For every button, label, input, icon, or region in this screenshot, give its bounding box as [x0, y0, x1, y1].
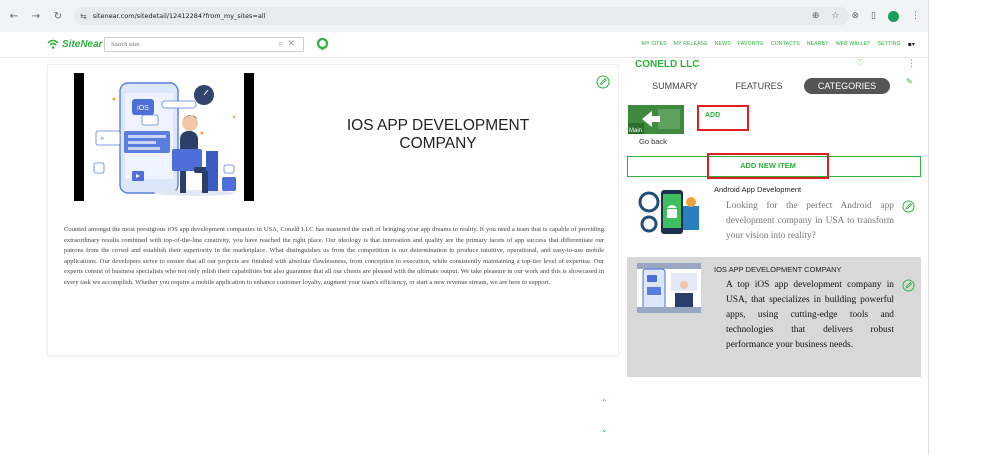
heart-icon[interactable]: ♡: [856, 59, 864, 69]
go-back-label[interactable]: Go back: [639, 137, 667, 146]
item-title[interactable]: IOS APP DEVELOPMENT COMPANY: [714, 265, 842, 274]
add-label: ADD: [705, 112, 721, 119]
scroll-down-chevron-icon[interactable]: ⌄: [601, 425, 608, 434]
go-back-thumbnail[interactable]: Main: [628, 105, 684, 134]
tab-features[interactable]: FEATURES: [731, 78, 787, 94]
search-input[interactable]: [111, 41, 271, 48]
wifi-logo-icon: [47, 39, 59, 49]
panel-tabs: SUMMARY FEATURES CATEGORIES: [627, 77, 921, 95]
side-panel-icon[interactable]: ▯: [871, 11, 876, 21]
item-description: A top iOS app development company in USA…: [726, 280, 894, 350]
hero-image: iOS ≡: [74, 73, 254, 201]
nav-contacts[interactable]: CONTACTS: [771, 41, 800, 48]
nav-favorite[interactable]: FAVORITE: [738, 41, 764, 48]
top-nav: MY SITES MY RELEASE NEWS FAVORITE CONTAC…: [642, 41, 915, 48]
extension-icon[interactable]: ⊗: [852, 11, 860, 21]
nav-nearby[interactable]: NEARBY: [807, 41, 829, 48]
nav-my-release[interactable]: MY RELEASE: [674, 41, 708, 48]
search-box: ⌕✕: [104, 37, 304, 52]
site-header: SiteNear ™ ⌕✕ MY SITES MY RELEASE NEWS F…: [0, 32, 928, 58]
category-item[interactable]: Android App Development Looking for the …: [627, 180, 921, 256]
go-back-arrow-image: Main: [628, 105, 684, 134]
nav-news[interactable]: NEWS: [715, 41, 731, 48]
bookmark-star-icon[interactable]: ☆: [831, 11, 839, 21]
forward-arrow-icon[interactable]: →: [28, 8, 44, 24]
category-item[interactable]: IOS APP DEVELOPMENT COMPANY A top iOS ap…: [627, 257, 921, 377]
nav-setting[interactable]: SETTING: [878, 41, 901, 48]
android-app-thumbnail: [637, 186, 701, 240]
sitenear-logo[interactable]: SiteNear ™: [47, 38, 111, 50]
address-bar[interactable]: ⇆ sitenear.com/sitedetail/12412284?from_…: [74, 7, 849, 25]
edit-circle-icon[interactable]: [902, 200, 915, 213]
code-tag-icon: ≡: [100, 136, 104, 142]
edit-circle-icon[interactable]: [902, 279, 915, 292]
item-description: Looking for the perfect Android app deve…: [726, 201, 894, 241]
search-actions: ⌕✕: [278, 39, 299, 49]
ios-app-thumbnail: [637, 263, 701, 313]
profile-avatar[interactable]: [888, 10, 899, 22]
add-button[interactable]: ADD: [697, 105, 749, 131]
site-detail-card: iOS ≡ IOS APP DEVELOPMENT COMPANY Counte…: [47, 64, 619, 356]
go-back-thumbnail-text: Main: [629, 128, 642, 134]
ios-label: iOS: [137, 105, 149, 112]
url-text: sitenear.com/sitedetail/12412284?from_my…: [92, 12, 266, 20]
tab-summary[interactable]: SUMMARY: [647, 78, 703, 94]
back-arrow-icon[interactable]: ←: [6, 8, 22, 24]
nav-my-sites[interactable]: MY SITES: [642, 41, 667, 48]
tab-categories[interactable]: CATEGORIES: [804, 78, 890, 94]
browser-toolbar: ← → ↻ ⇆ sitenear.com/sitedetail/12412284…: [0, 0, 928, 32]
logo-text: SiteNear: [62, 38, 103, 50]
nav-web-wallet[interactable]: WEB WALLET: [836, 41, 871, 48]
ios-developer-illustration: iOS ≡: [93, 82, 236, 196]
site-info-icon[interactable]: ⇆: [80, 12, 87, 21]
window-edge: [928, 0, 929, 455]
site-description: Counted amongst the most prestigious iOS…: [64, 226, 604, 286]
company-name[interactable]: CONELD LLC: [635, 59, 699, 70]
zoom-icon[interactable]: ⊕: [812, 11, 820, 21]
company-panel: CONELD LLC ♡ ⋮ SUMMARY FEATURES CATEGORI…: [627, 57, 921, 377]
pencil-icon[interactable]: ✎: [906, 77, 913, 86]
clear-icon[interactable]: ✕: [287, 39, 299, 49]
hamburger-menu-icon[interactable]: ▪▾: [908, 41, 915, 48]
reload-icon[interactable]: ↻: [50, 8, 66, 24]
item-title[interactable]: Android App Development: [714, 185, 801, 194]
page-title: IOS APP DEVELOPMENT COMPANY: [346, 117, 530, 152]
location-pin-icon[interactable]: [316, 38, 329, 51]
more-vertical-icon[interactable]: ⋮: [907, 59, 916, 69]
add-new-item-button[interactable]: ADD NEW ITEM: [707, 153, 829, 179]
add-new-item-label: ADD NEW ITEM: [740, 161, 796, 170]
edit-circle-icon[interactable]: [596, 75, 610, 89]
browser-menu-icon[interactable]: ⋮: [911, 11, 920, 21]
scroll-up-chevron-icon[interactable]: ⌃: [601, 398, 608, 407]
browser-actions: ⊕ ☆ ⊗ ▯ ⋮: [812, 0, 920, 32]
